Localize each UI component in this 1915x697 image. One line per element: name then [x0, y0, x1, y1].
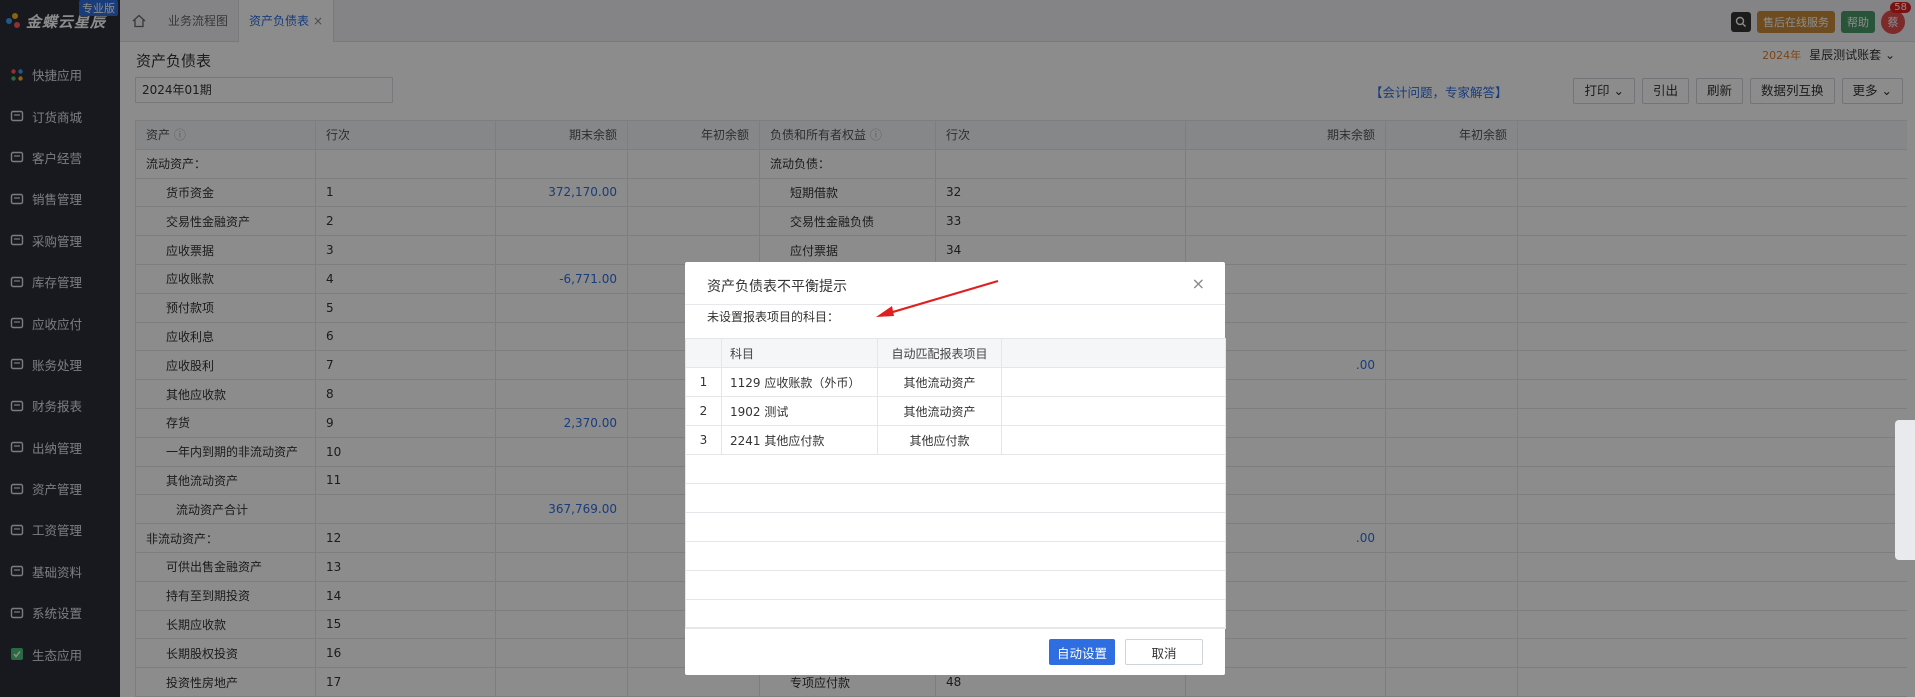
auto-match-cell[interactable]: 其他流动资产: [877, 367, 1002, 397]
grid-empty-row: [685, 541, 1226, 571]
grid-empty-row: [685, 512, 1226, 542]
col-index: [685, 338, 722, 368]
row-index: 1: [685, 367, 722, 397]
empty-cell: [685, 512, 1226, 542]
cancel-button[interactable]: 取消: [1125, 639, 1203, 665]
account-cell: 2241 其他应付款: [721, 425, 878, 455]
grid-empty-row: [685, 599, 1226, 629]
col-auto-match: 自动匹配报表项目: [877, 338, 1002, 368]
empty-cell: [685, 483, 1226, 513]
dialog-subtitle: 未设置报表项目的科目：: [707, 310, 840, 324]
row-index: 2: [685, 396, 722, 426]
grid-empty-row: [685, 570, 1226, 600]
col-blank: [1001, 338, 1226, 368]
grid-row[interactable]: 1 1129 应收账款（外币） 其他流动资产: [685, 367, 1226, 397]
col-account: 科目: [721, 338, 878, 368]
dialog-title: 资产负债表不平衡提示: [707, 279, 847, 295]
grid-row[interactable]: 2 1902 测试 其他流动资产: [685, 396, 1226, 426]
grid-header-row: 科目 自动匹配报表项目: [685, 338, 1226, 368]
dialog-footer: 自动设置 取消: [685, 627, 1225, 675]
grid-row[interactable]: 3 2241 其他应付款 其他应付款: [685, 425, 1226, 455]
grid-empty-row: [685, 483, 1226, 513]
unmapped-accounts-grid: 科目 自动匹配报表项目 1 1129 应收账款（外币） 其他流动资产 2 1902 测试…: [685, 338, 1226, 629]
imbalance-dialog: 资产负债表不平衡提示 × 未设置报表项目的科目： 科目 自动匹配报表项目 1 11…: [685, 262, 1226, 675]
annotation-arrow-icon: [876, 279, 999, 317]
empty-cell: [685, 599, 1226, 629]
grid-empty-row: [685, 454, 1226, 484]
unmapped-accounts-table: 科目 自动匹配报表项目 1 1129 应收账款（外币） 其他流动资产 2 1902 测试…: [685, 338, 1226, 629]
auto-match-cell[interactable]: 其他流动资产: [877, 396, 1002, 426]
blank-cell: [1001, 425, 1226, 455]
empty-cell: [685, 454, 1226, 484]
auto-set-button[interactable]: 自动设置: [1049, 639, 1115, 665]
row-index: 3: [685, 425, 722, 455]
blank-cell: [1001, 396, 1226, 426]
auto-match-cell[interactable]: 其他应付款: [877, 425, 1002, 455]
empty-cell: [685, 570, 1226, 600]
empty-cell: [685, 541, 1226, 571]
account-cell: 1902 测试: [721, 396, 878, 426]
blank-cell: [1001, 367, 1226, 397]
right-float-panel[interactable]: [1895, 420, 1915, 560]
account-cell: 1129 应收账款（外币）: [721, 367, 878, 397]
close-icon[interactable]: ×: [1192, 274, 1205, 293]
